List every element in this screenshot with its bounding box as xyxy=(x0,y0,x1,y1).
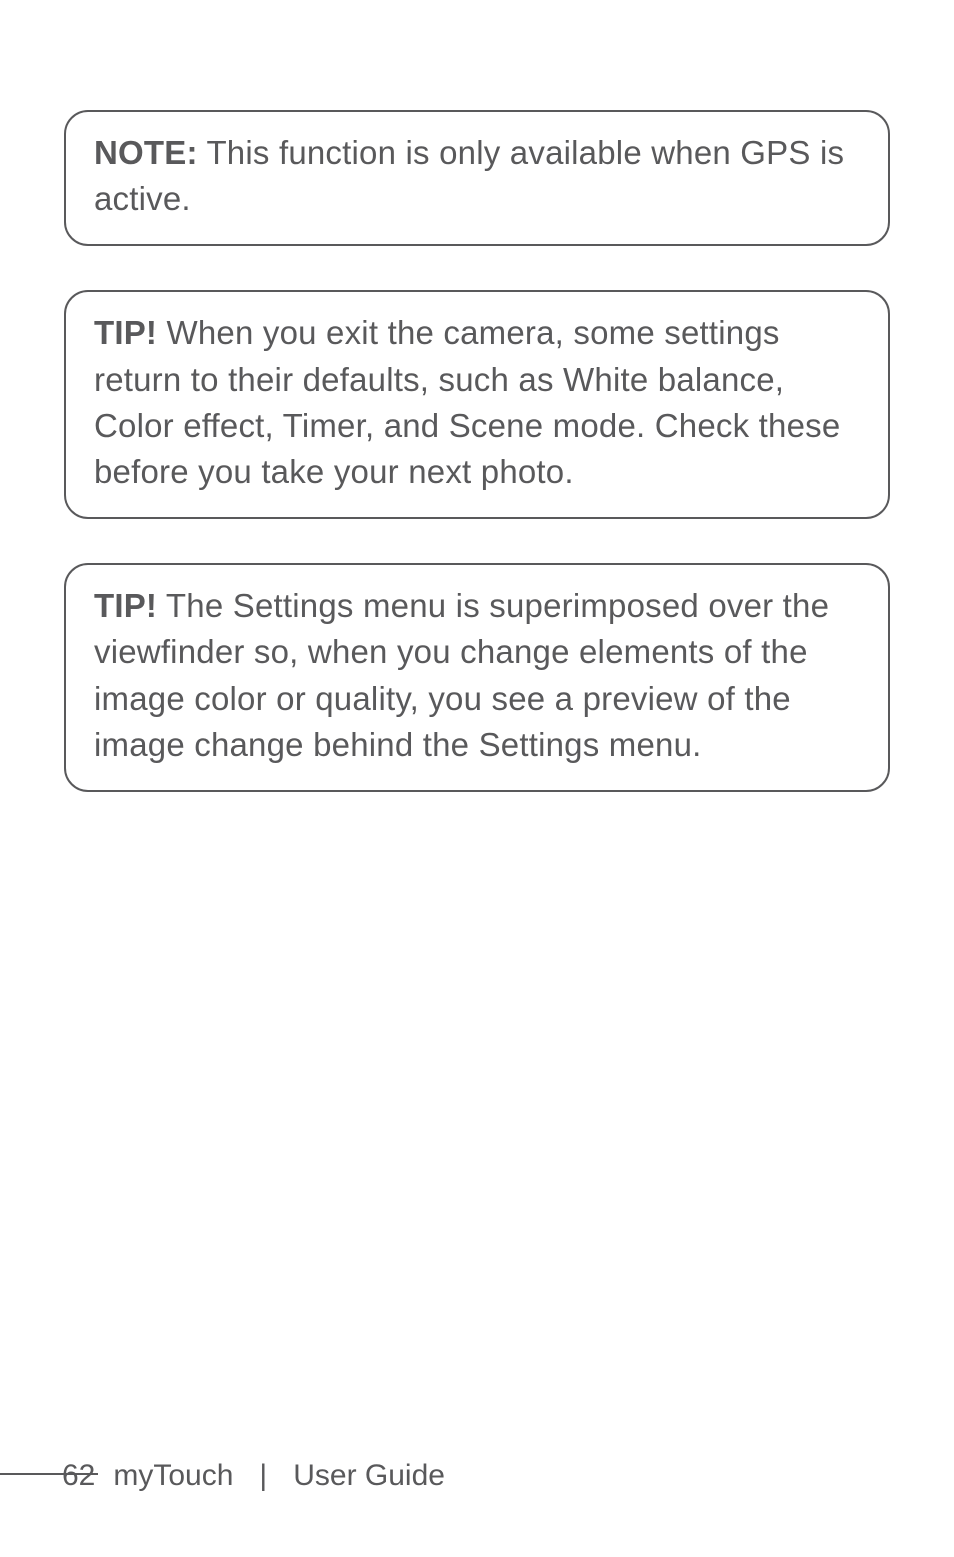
tip-box-1: TIP! When you exit the camera, some sett… xyxy=(64,290,890,519)
page-footer: 62 myTouch | User Guide xyxy=(0,1459,445,1493)
page-content: NOTE: This function is only available wh… xyxy=(0,0,954,792)
tip-box-2: TIP! The Settings menu is superimposed o… xyxy=(64,563,890,792)
tip1-body: When you exit the camera, some settings … xyxy=(94,314,840,490)
note-body: This function is only available when GPS… xyxy=(94,134,844,217)
footer-separator: | xyxy=(259,1459,267,1493)
note-lead: NOTE: xyxy=(94,134,198,171)
footer-text-wrap: 62 myTouch | User Guide xyxy=(62,1459,445,1493)
page-number: 62 xyxy=(62,1459,95,1493)
footer-product: myTouch xyxy=(113,1459,233,1493)
note-box: NOTE: This function is only available wh… xyxy=(64,110,890,246)
tip2-body: The Settings menu is superimposed over t… xyxy=(94,587,829,763)
tip1-lead: TIP! xyxy=(94,314,157,351)
footer-doc: User Guide xyxy=(293,1459,445,1493)
tip2-lead: TIP! xyxy=(94,587,157,624)
